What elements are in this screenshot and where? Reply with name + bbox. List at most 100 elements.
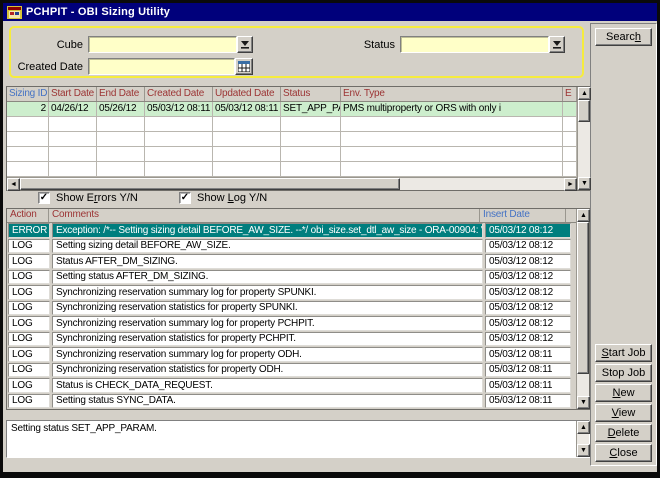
scroll-down-button[interactable]: ▼	[578, 177, 591, 190]
cell: Synchronizing reservation statistics for…	[52, 301, 483, 316]
calendar-button[interactable]	[235, 58, 253, 75]
detail-box[interactable]: Setting status SET_APP_PARAM. ▲ ▼	[6, 420, 590, 458]
search-button[interactable]: Search	[595, 28, 652, 46]
show-log-checkbox[interactable]: ✓	[179, 192, 191, 204]
log-row[interactable]: ERRORException: /*-- Setting sizing deta…	[7, 223, 576, 238]
cell: 05/03/12 08:12	[485, 223, 571, 238]
vscroll-track[interactable]	[577, 374, 589, 396]
created-date-combo	[88, 58, 253, 75]
cell: Status is CHECK_DATA_REQUEST.	[52, 378, 483, 393]
cube-label: Cube	[11, 39, 83, 51]
delete-button[interactable]: Delete	[595, 424, 652, 442]
table-row-empty[interactable]	[7, 117, 577, 132]
vscroll-thumb[interactable]	[577, 222, 589, 374]
sizing-grid-content: Sizing IDStart DateEnd DateCreated DateU…	[7, 87, 577, 190]
cell	[97, 117, 145, 131]
log-grid: ActionCommentsInsert Date ERRORException…	[6, 208, 590, 410]
app-window: PCHPIT - OBI Sizing Utility Cube Status	[0, 0, 660, 478]
scroll-up-button[interactable]: ▲	[577, 421, 590, 434]
cell: Synchronizing reservation summary log fo…	[52, 347, 483, 362]
stop-job-button[interactable]: Stop Job	[595, 364, 652, 382]
status-input[interactable]	[400, 36, 549, 53]
log-row[interactable]: LOGSynchronizing reservation summary log…	[7, 316, 576, 331]
table-row[interactable]: 204/26/1205/26/1205/03/12 08:1105/03/12 …	[7, 102, 577, 117]
log-grid-content: ActionCommentsInsert Date ERRORException…	[7, 209, 576, 409]
sizing-grid-vscrollbar[interactable]: ▲ ▼	[577, 87, 590, 190]
created-date-input[interactable]	[88, 58, 235, 75]
status-dropdown-button[interactable]	[549, 36, 565, 53]
column-header[interactable]: Sizing ID	[7, 87, 49, 101]
column-header[interactable]: Status	[281, 87, 341, 101]
cell: Exception: /*-- Setting sizing detail BE…	[52, 223, 483, 238]
column-header[interactable]: Created Date	[145, 87, 213, 101]
log-row[interactable]: LOGSynchronizing reservation statistics …	[7, 301, 576, 316]
column-header[interactable]: Comments	[49, 209, 480, 222]
cell	[49, 132, 97, 146]
log-row[interactable]: LOGSetting status AFTER_DM_SIZING.05/03/…	[7, 270, 576, 285]
vscroll-thumb[interactable]	[578, 100, 590, 122]
column-header[interactable]: Env. Type	[341, 87, 563, 101]
log-row[interactable]: LOGSynchronizing reservation statistics …	[7, 332, 576, 347]
scroll-down-icon: ▼	[581, 180, 588, 187]
cell: 05/03/12 08:12	[485, 332, 571, 347]
cell	[49, 147, 97, 161]
log-row[interactable]: LOGSetting status SYNC_DATA.05/03/12 08:…	[7, 394, 576, 409]
cell	[7, 132, 49, 146]
scroll-left-button[interactable]: ◄	[7, 178, 20, 191]
cell	[563, 132, 577, 146]
log-row[interactable]: LOGSetting sizing detail BEFORE_AW_SIZE.…	[7, 239, 576, 254]
checkmark-icon: ✓	[181, 192, 189, 203]
scroll-down-button[interactable]: ▼	[577, 444, 590, 457]
column-header[interactable]: End Date	[97, 87, 145, 101]
column-header[interactable]: Insert Date	[480, 209, 566, 222]
cell	[281, 162, 341, 176]
cell: 05/03/12 08:11	[485, 378, 571, 393]
new-button[interactable]: New	[595, 384, 652, 402]
vscroll-track[interactable]	[578, 122, 590, 177]
cell: 05/03/12 08:12	[485, 301, 571, 316]
detail-vscrollbar[interactable]: ▲ ▼	[576, 421, 589, 457]
scroll-up-button[interactable]: ▲	[577, 209, 590, 222]
log-row[interactable]: LOGSynchronizing reservation summary log…	[7, 347, 576, 362]
cube-dropdown-button[interactable]	[237, 36, 253, 53]
vscroll-track[interactable]	[577, 434, 589, 444]
scroll-down-button[interactable]: ▼	[577, 396, 590, 409]
sizing-grid-hscrollbar[interactable]: ◄ ►	[7, 177, 577, 190]
scroll-up-button[interactable]: ▲	[578, 87, 591, 100]
cell	[341, 147, 563, 161]
close-button[interactable]: Close	[595, 444, 652, 462]
created-date-label: Created Date	[11, 61, 83, 73]
cell	[49, 117, 97, 131]
show-errors-checkbox[interactable]: ✓	[38, 192, 50, 204]
dropdown-icon	[553, 40, 562, 49]
sizing-grid: Sizing IDStart DateEnd DateCreated DateU…	[6, 86, 590, 191]
hscroll-thumb[interactable]	[20, 178, 400, 190]
cube-input[interactable]	[88, 36, 237, 53]
column-header[interactable]: Action	[7, 209, 49, 222]
log-row[interactable]: LOGStatus is CHECK_DATA_REQUEST.05/03/12…	[7, 378, 576, 393]
log-row[interactable]: LOGSynchronizing reservation summary log…	[7, 285, 576, 300]
cell: 05/03/12 08:11	[485, 394, 571, 409]
scroll-right-button[interactable]: ►	[564, 178, 577, 191]
log-row[interactable]: LOGStatus AFTER_DM_SIZING.05/03/12 08:12	[7, 254, 576, 269]
cell	[145, 117, 213, 131]
cell: 05/03/12 08:11	[485, 347, 571, 362]
view-button[interactable]: View	[595, 404, 652, 422]
scroll-right-icon: ►	[567, 181, 574, 188]
log-grid-vscrollbar[interactable]: ▲ ▼	[576, 209, 589, 409]
cell	[97, 162, 145, 176]
app-icon	[7, 6, 22, 19]
column-header[interactable]: Start Date	[49, 87, 97, 101]
column-header[interactable]: Updated Date	[213, 87, 281, 101]
table-row-empty[interactable]	[7, 162, 577, 177]
hscroll-track[interactable]	[400, 178, 564, 190]
cell	[563, 147, 577, 161]
table-row-empty[interactable]	[7, 132, 577, 147]
column-header[interactable]: E	[563, 87, 577, 101]
log-row[interactable]: LOGSynchronizing reservation statistics …	[7, 363, 576, 378]
cell: LOG	[8, 332, 50, 347]
cell	[341, 132, 563, 146]
table-row-empty[interactable]	[7, 147, 577, 162]
cell	[281, 117, 341, 131]
start-job-button[interactable]: Start Job	[595, 344, 652, 362]
